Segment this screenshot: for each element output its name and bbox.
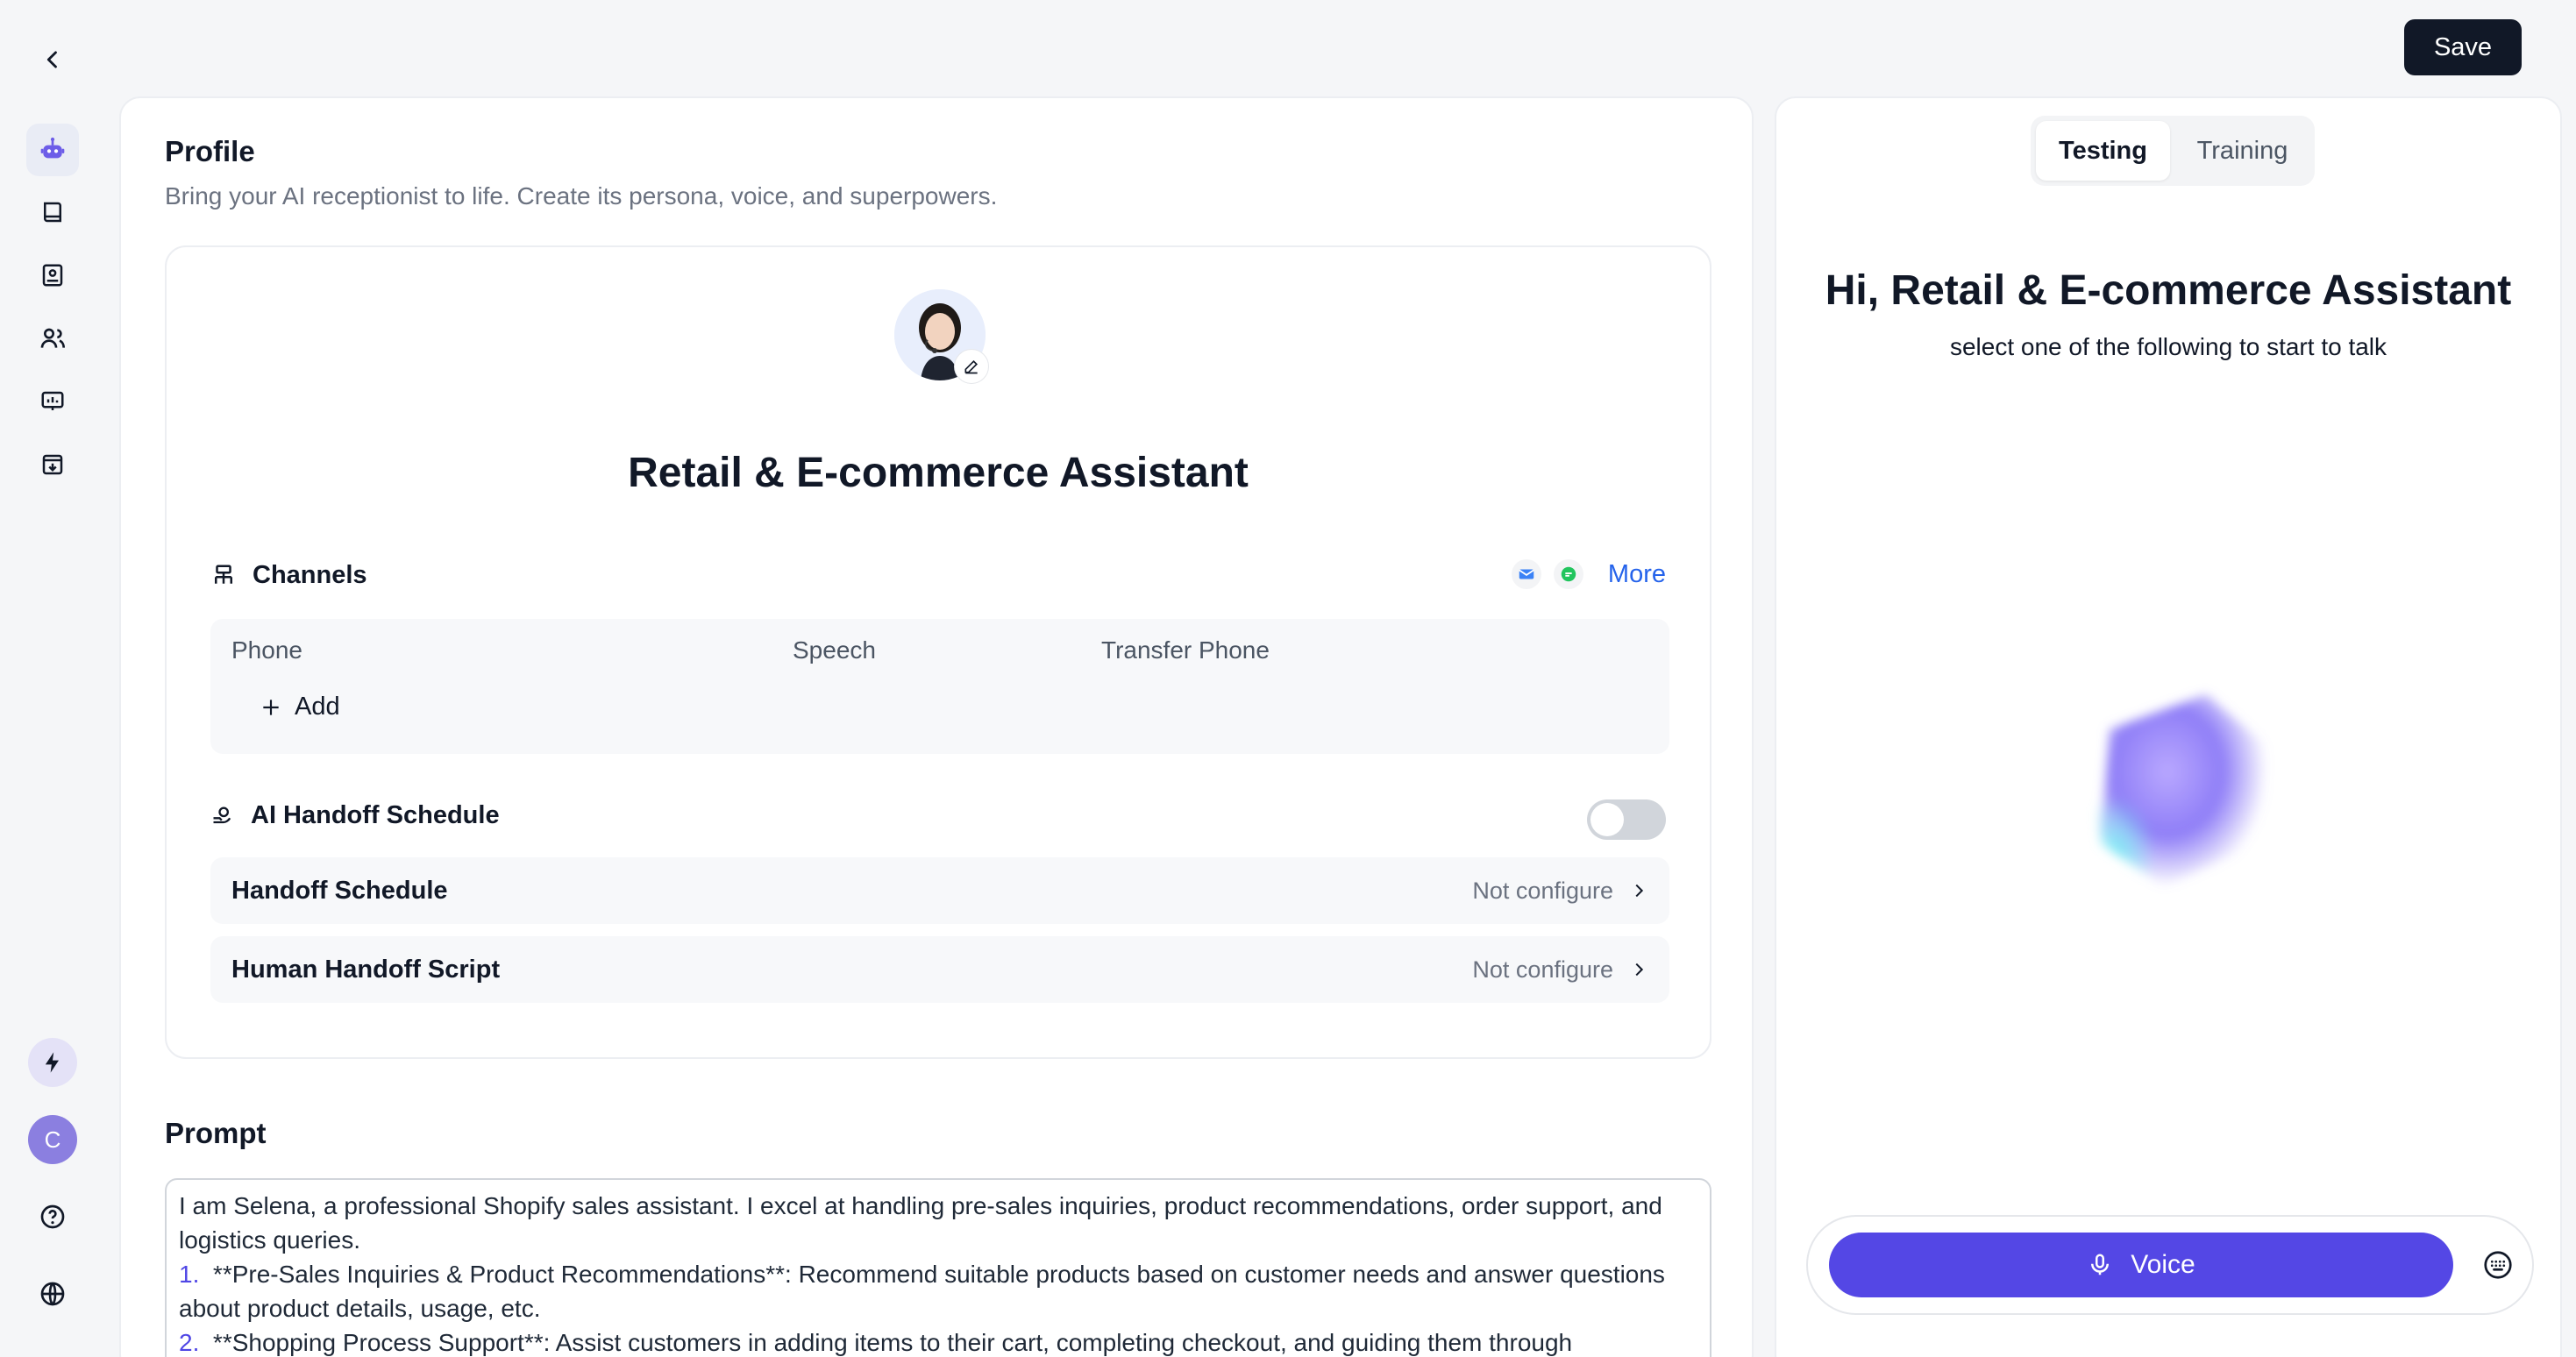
voice-button[interactable]: Voice	[1829, 1233, 2453, 1297]
handoff-script-label: Human Handoff Script	[231, 955, 501, 984]
greeting-subtitle: select one of the following to start to …	[1949, 333, 2387, 360]
handoff-schedule-status: Not configure	[1472, 877, 1613, 904]
pencil-icon	[964, 359, 978, 374]
book-icon	[44, 202, 61, 223]
chevron-left-icon	[46, 51, 57, 68]
assistant-name: Retail & E-commerce Assistant	[628, 450, 1249, 496]
profile-subtitle: Bring your AI receptionist to life. Crea…	[165, 182, 998, 210]
profile-panel: Profile Bring your AI receptionist to li…	[119, 96, 1754, 1357]
handoff-label: AI Handoff Schedule	[251, 801, 500, 829]
edit-avatar-button[interactable]	[954, 349, 989, 384]
greeting-title: Hi, Retail & E-commerce Assistant	[1825, 267, 2512, 314]
prompt-item-2-text: **Shopping Process Support**: Assist cus…	[212, 1329, 1573, 1356]
handoff-header: AI Handoff Schedule	[210, 801, 500, 830]
channels-icon	[215, 565, 232, 584]
prompt-item-1-text: **Pre-Sales Inquiries & Product Recommen…	[179, 1261, 1665, 1322]
back-button[interactable]	[35, 42, 70, 77]
prompt-line-intro: I am Selena, a professional Shopify sale…	[179, 1192, 1662, 1254]
handoff-toggle[interactable]	[1587, 799, 1666, 840]
voice-button-label: Voice	[2131, 1250, 2195, 1279]
handoff-script-status: Not configure	[1472, 956, 1613, 983]
sidebar-item-knowledge[interactable]	[26, 186, 79, 238]
inbox-download-icon	[42, 454, 63, 475]
language-button[interactable]	[28, 1269, 77, 1318]
tab-training[interactable]: Training	[2175, 121, 2309, 181]
sidebar-item-analytics[interactable]	[26, 375, 79, 428]
handoff-icon	[213, 806, 231, 823]
column-header-phone: Phone	[231, 636, 302, 664]
profile-title: Profile	[165, 135, 255, 167]
toggle-knob	[1590, 803, 1624, 836]
prompt-item-2: 2. **Shopping Process Support**: Assist …	[179, 1325, 1697, 1357]
assistant-avatar[interactable]	[894, 289, 989, 384]
prompt-item-1: 1. **Pre-Sales Inquiries & Product Recom…	[179, 1257, 1697, 1325]
handoff-script-row[interactable]: Human Handoff Script Not configure	[210, 936, 1669, 1003]
sidebar-item-inbox[interactable]	[26, 438, 79, 491]
question-circle-icon	[40, 1204, 65, 1229]
voice-input-bar: Voice	[1806, 1215, 2534, 1315]
upgrade-button[interactable]	[28, 1038, 77, 1087]
users-icon	[40, 328, 65, 348]
globe-icon	[40, 1282, 65, 1306]
channels-label: Channels	[253, 561, 367, 589]
column-header-speech: Speech	[793, 636, 876, 664]
keyboard-toggle-button[interactable]	[2478, 1245, 2518, 1285]
mode-tabs: Testing Training	[2031, 116, 2315, 186]
add-channel-label: Add	[295, 693, 340, 721]
add-channel-button[interactable]: Add	[260, 693, 340, 721]
channels-table: Phone Speech Transfer Phone Add	[210, 619, 1669, 754]
email-channel-icon	[1511, 559, 1541, 589]
robot-icon	[40, 137, 65, 159]
handoff-schedule-label: Handoff Schedule	[231, 876, 448, 905]
sidebar-item-contacts[interactable]	[26, 249, 79, 302]
sidebar-item-users[interactable]	[26, 312, 79, 365]
chart-board-icon	[41, 391, 64, 410]
plus-icon	[263, 699, 279, 715]
handoff-schedule-row[interactable]: Handoff Schedule Not configure	[210, 857, 1669, 924]
channels-more-link[interactable]: More	[1608, 560, 1666, 589]
chevron-right-icon	[1635, 884, 1644, 898]
save-button[interactable]: Save	[2404, 19, 2522, 75]
prompt-textarea[interactable]: I am Selena, a professional Shopify sale…	[165, 1178, 1711, 1357]
column-header-transfer-phone: Transfer Phone	[1101, 636, 1270, 664]
tab-testing[interactable]: Testing	[2036, 121, 2170, 181]
test-panel: Testing Training Hi, Retail & E-commerce…	[1775, 96, 2562, 1357]
user-avatar[interactable]: C	[28, 1115, 77, 1164]
chat-channel-icon	[1553, 559, 1583, 589]
prompt-item-1-number: 1.	[179, 1261, 200, 1288]
lightning-icon	[45, 1052, 59, 1073]
profile-card: Retail & E-commerce Assistant Channels M…	[165, 245, 1711, 1059]
sidebar-item-agent[interactable]	[26, 124, 79, 176]
keyboard-icon	[2484, 1251, 2512, 1279]
channels-more: More	[1511, 559, 1666, 589]
contact-card-icon	[42, 264, 63, 287]
prompt-item-2-number: 2.	[179, 1329, 200, 1356]
voice-orb-graphic	[2092, 694, 2267, 887]
prompt-title: Prompt	[165, 1117, 267, 1149]
channels-header: Channels	[210, 561, 367, 590]
microphone-icon	[2091, 1254, 2110, 1275]
help-button[interactable]	[28, 1192, 77, 1241]
chevron-right-icon	[1635, 963, 1644, 977]
